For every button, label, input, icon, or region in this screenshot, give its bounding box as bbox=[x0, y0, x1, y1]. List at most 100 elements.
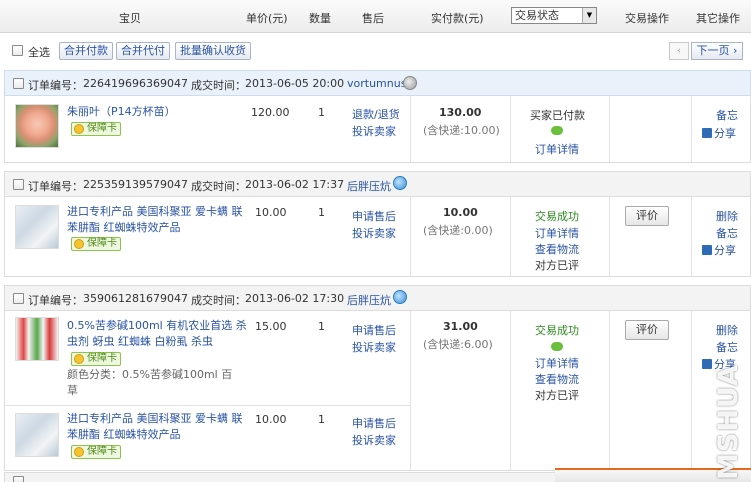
quantity: 1 bbox=[318, 206, 325, 219]
header-item: 宝贝 bbox=[119, 12, 141, 25]
header-actions: 交易操作 bbox=[625, 12, 669, 25]
header-after-sale: 售后 bbox=[362, 12, 384, 25]
order-time: 2013-06-02 17:37 bbox=[245, 178, 345, 191]
memo-link[interactable]: 备忘 bbox=[716, 225, 738, 241]
product-thumbnail[interactable] bbox=[15, 413, 59, 457]
share-icon bbox=[702, 245, 712, 255]
complain-link[interactable]: 投诉卖家 bbox=[352, 225, 396, 241]
share-link[interactable]: 分享 bbox=[702, 125, 736, 141]
merge-pay-button[interactable]: 合并付款 bbox=[59, 42, 113, 60]
coin-icon bbox=[74, 124, 84, 134]
item-title-link[interactable]: 0.5%苦参碱100ml 有机农业首选 杀虫剂 蚜虫 红蜘蛛 白粉虱 杀虫 bbox=[67, 318, 247, 350]
wangwang-icon[interactable] bbox=[393, 176, 407, 190]
quantity: 1 bbox=[318, 106, 325, 119]
select-all-checkbox[interactable] bbox=[12, 45, 23, 56]
item-spec: 颜色分类：0.5%苦参碱100ml 百草 bbox=[67, 368, 233, 397]
order-status: 交易成功 bbox=[535, 210, 579, 223]
coin-icon bbox=[74, 447, 84, 457]
order-total: 130.00 bbox=[439, 106, 482, 119]
complain-link[interactable]: 投诉卖家 bbox=[352, 432, 396, 448]
seller-link[interactable]: vortumnus bbox=[347, 77, 406, 90]
order-body: 朱丽叶（P14方杯苗） 保障卡 120.00 1 退款/退货 投诉卖家 130.… bbox=[4, 96, 751, 163]
order-body: 0.5%苦参碱100ml 有机农业首选 杀虫剂 蚜虫 红蜘蛛 白粉虱 杀虫 保障… bbox=[4, 311, 751, 471]
seller-link[interactable]: 后胖压炕 bbox=[347, 292, 391, 308]
item-title-link[interactable]: 朱丽叶（P14方杯苗） bbox=[67, 104, 176, 120]
complain-link[interactable]: 投诉卖家 bbox=[352, 123, 396, 139]
shipping-fee: (含快递:0.00) bbox=[423, 224, 493, 237]
rate-button[interactable]: 评价 bbox=[625, 320, 669, 340]
order-time: 2013-06-05 20:00 bbox=[245, 77, 345, 90]
share-link[interactable]: 分享 bbox=[702, 242, 736, 258]
product-thumbnail[interactable] bbox=[15, 205, 59, 249]
shipping-fee: (含快递:10.00) bbox=[423, 124, 500, 137]
item-title-link[interactable]: 进口专利产品 美国科聚亚 爱卡螨 联苯肼酯 红蜘蛛特效产品 bbox=[67, 204, 247, 236]
rated-label: 对方已评 bbox=[535, 259, 579, 272]
select-all-label: 全选 bbox=[28, 46, 50, 59]
share-icon bbox=[702, 128, 712, 138]
watermark-text: MSHUA bbox=[713, 364, 744, 480]
unit-price: 10.00 bbox=[255, 206, 287, 219]
unit-price: 120.00 bbox=[251, 106, 290, 119]
order-header: 订单编号： 225359139579047 成交时间： 2013-06-02 1… bbox=[4, 171, 751, 197]
product-thumbnail[interactable] bbox=[15, 317, 59, 361]
guarantee-badge[interactable]: 保障卡 bbox=[71, 445, 121, 459]
next-page-button[interactable]: 下一页 › bbox=[691, 42, 743, 60]
chat-icon[interactable] bbox=[551, 342, 563, 351]
order-checkbox[interactable] bbox=[13, 293, 24, 304]
order-header: 订单编号： 226419696369047 成交时间： 2013-06-05 2… bbox=[4, 70, 751, 96]
header-other: 其它操作 bbox=[696, 12, 740, 25]
item-title-link[interactable]: 进口专利产品 美国科聚亚 爱卡螨 联苯肼酯 红蜘蛛特效产品 bbox=[67, 411, 247, 443]
coin-icon bbox=[74, 239, 84, 249]
order-checkbox[interactable] bbox=[13, 476, 24, 482]
order-detail-link[interactable]: 订单详情 bbox=[535, 355, 579, 371]
chevron-down-icon: ▼ bbox=[582, 8, 596, 23]
prev-page-button[interactable]: ‹ bbox=[669, 42, 689, 60]
quantity: 1 bbox=[318, 413, 325, 426]
unit-price: 10.00 bbox=[255, 413, 287, 426]
guarantee-badge[interactable]: 保障卡 bbox=[71, 122, 121, 136]
wangwang-icon[interactable] bbox=[403, 76, 417, 90]
rated-label: 对方已评 bbox=[535, 389, 579, 402]
logistics-link[interactable]: 查看物流 bbox=[535, 371, 579, 387]
quantity: 1 bbox=[318, 320, 325, 333]
guarantee-badge[interactable]: 保障卡 bbox=[71, 352, 121, 366]
header-qty: 数量 bbox=[309, 12, 331, 25]
logistics-link[interactable]: 查看物流 bbox=[535, 241, 579, 257]
order-checkbox[interactable] bbox=[13, 179, 24, 190]
order-detail-link[interactable]: 订单详情 bbox=[535, 141, 579, 157]
share-icon bbox=[702, 359, 712, 369]
rate-button[interactable]: 评价 bbox=[625, 206, 669, 226]
order-body: 进口专利产品 美国科聚亚 爱卡螨 联苯肼酯 红蜘蛛特效产品 保障卡 10.00 … bbox=[4, 197, 751, 277]
memo-link[interactable]: 备忘 bbox=[716, 107, 738, 123]
seller-link[interactable]: 后胖压炕 bbox=[347, 178, 391, 194]
wangwang-icon[interactable] bbox=[393, 290, 407, 304]
order-detail-link[interactable]: 订单详情 bbox=[535, 225, 579, 241]
delete-link[interactable]: 删除 bbox=[716, 208, 738, 224]
coin-icon bbox=[74, 354, 84, 364]
shipping-fee: (含快递:6.00) bbox=[423, 338, 493, 351]
header-price: 单价(元) bbox=[246, 12, 288, 25]
after-sale-link[interactable]: 申请售后 bbox=[352, 208, 396, 224]
status-filter-select[interactable]: 交易状态 ▼ bbox=[511, 7, 597, 24]
item-divider bbox=[5, 405, 410, 406]
merge-proxy-pay-button[interactable]: 合并代付 bbox=[116, 42, 170, 60]
order-number: 225359139579047 bbox=[83, 178, 188, 191]
order-total: 10.00 bbox=[443, 206, 478, 219]
chat-icon[interactable] bbox=[551, 126, 563, 135]
refund-link[interactable]: 退款/退货 bbox=[352, 106, 400, 122]
batch-confirm-button[interactable]: 批量确认收货 bbox=[175, 42, 251, 60]
order-header: 订单编号： 359061281679047 成交时间： 2013-06-02 1… bbox=[4, 285, 751, 311]
order-status: 买家已付款 bbox=[530, 109, 585, 122]
guarantee-badge[interactable]: 保障卡 bbox=[71, 237, 121, 251]
order-time: 2013-06-02 17:30 bbox=[245, 292, 345, 305]
after-sale-link[interactable]: 申请售后 bbox=[352, 322, 396, 338]
product-thumbnail[interactable] bbox=[15, 104, 59, 148]
order-status: 交易成功 bbox=[535, 324, 579, 337]
order-number: 226419696369047 bbox=[83, 77, 188, 90]
order-checkbox[interactable] bbox=[13, 78, 24, 89]
after-sale-link[interactable]: 申请售后 bbox=[352, 415, 396, 431]
unit-price: 15.00 bbox=[255, 320, 287, 333]
complain-link[interactable]: 投诉卖家 bbox=[352, 339, 396, 355]
header-paid: 实付款(元) bbox=[431, 12, 484, 25]
table-header: 宝贝 单价(元) 数量 售后 实付款(元) 交易状态 ▼ 交易操作 其它操作 bbox=[0, 0, 751, 33]
